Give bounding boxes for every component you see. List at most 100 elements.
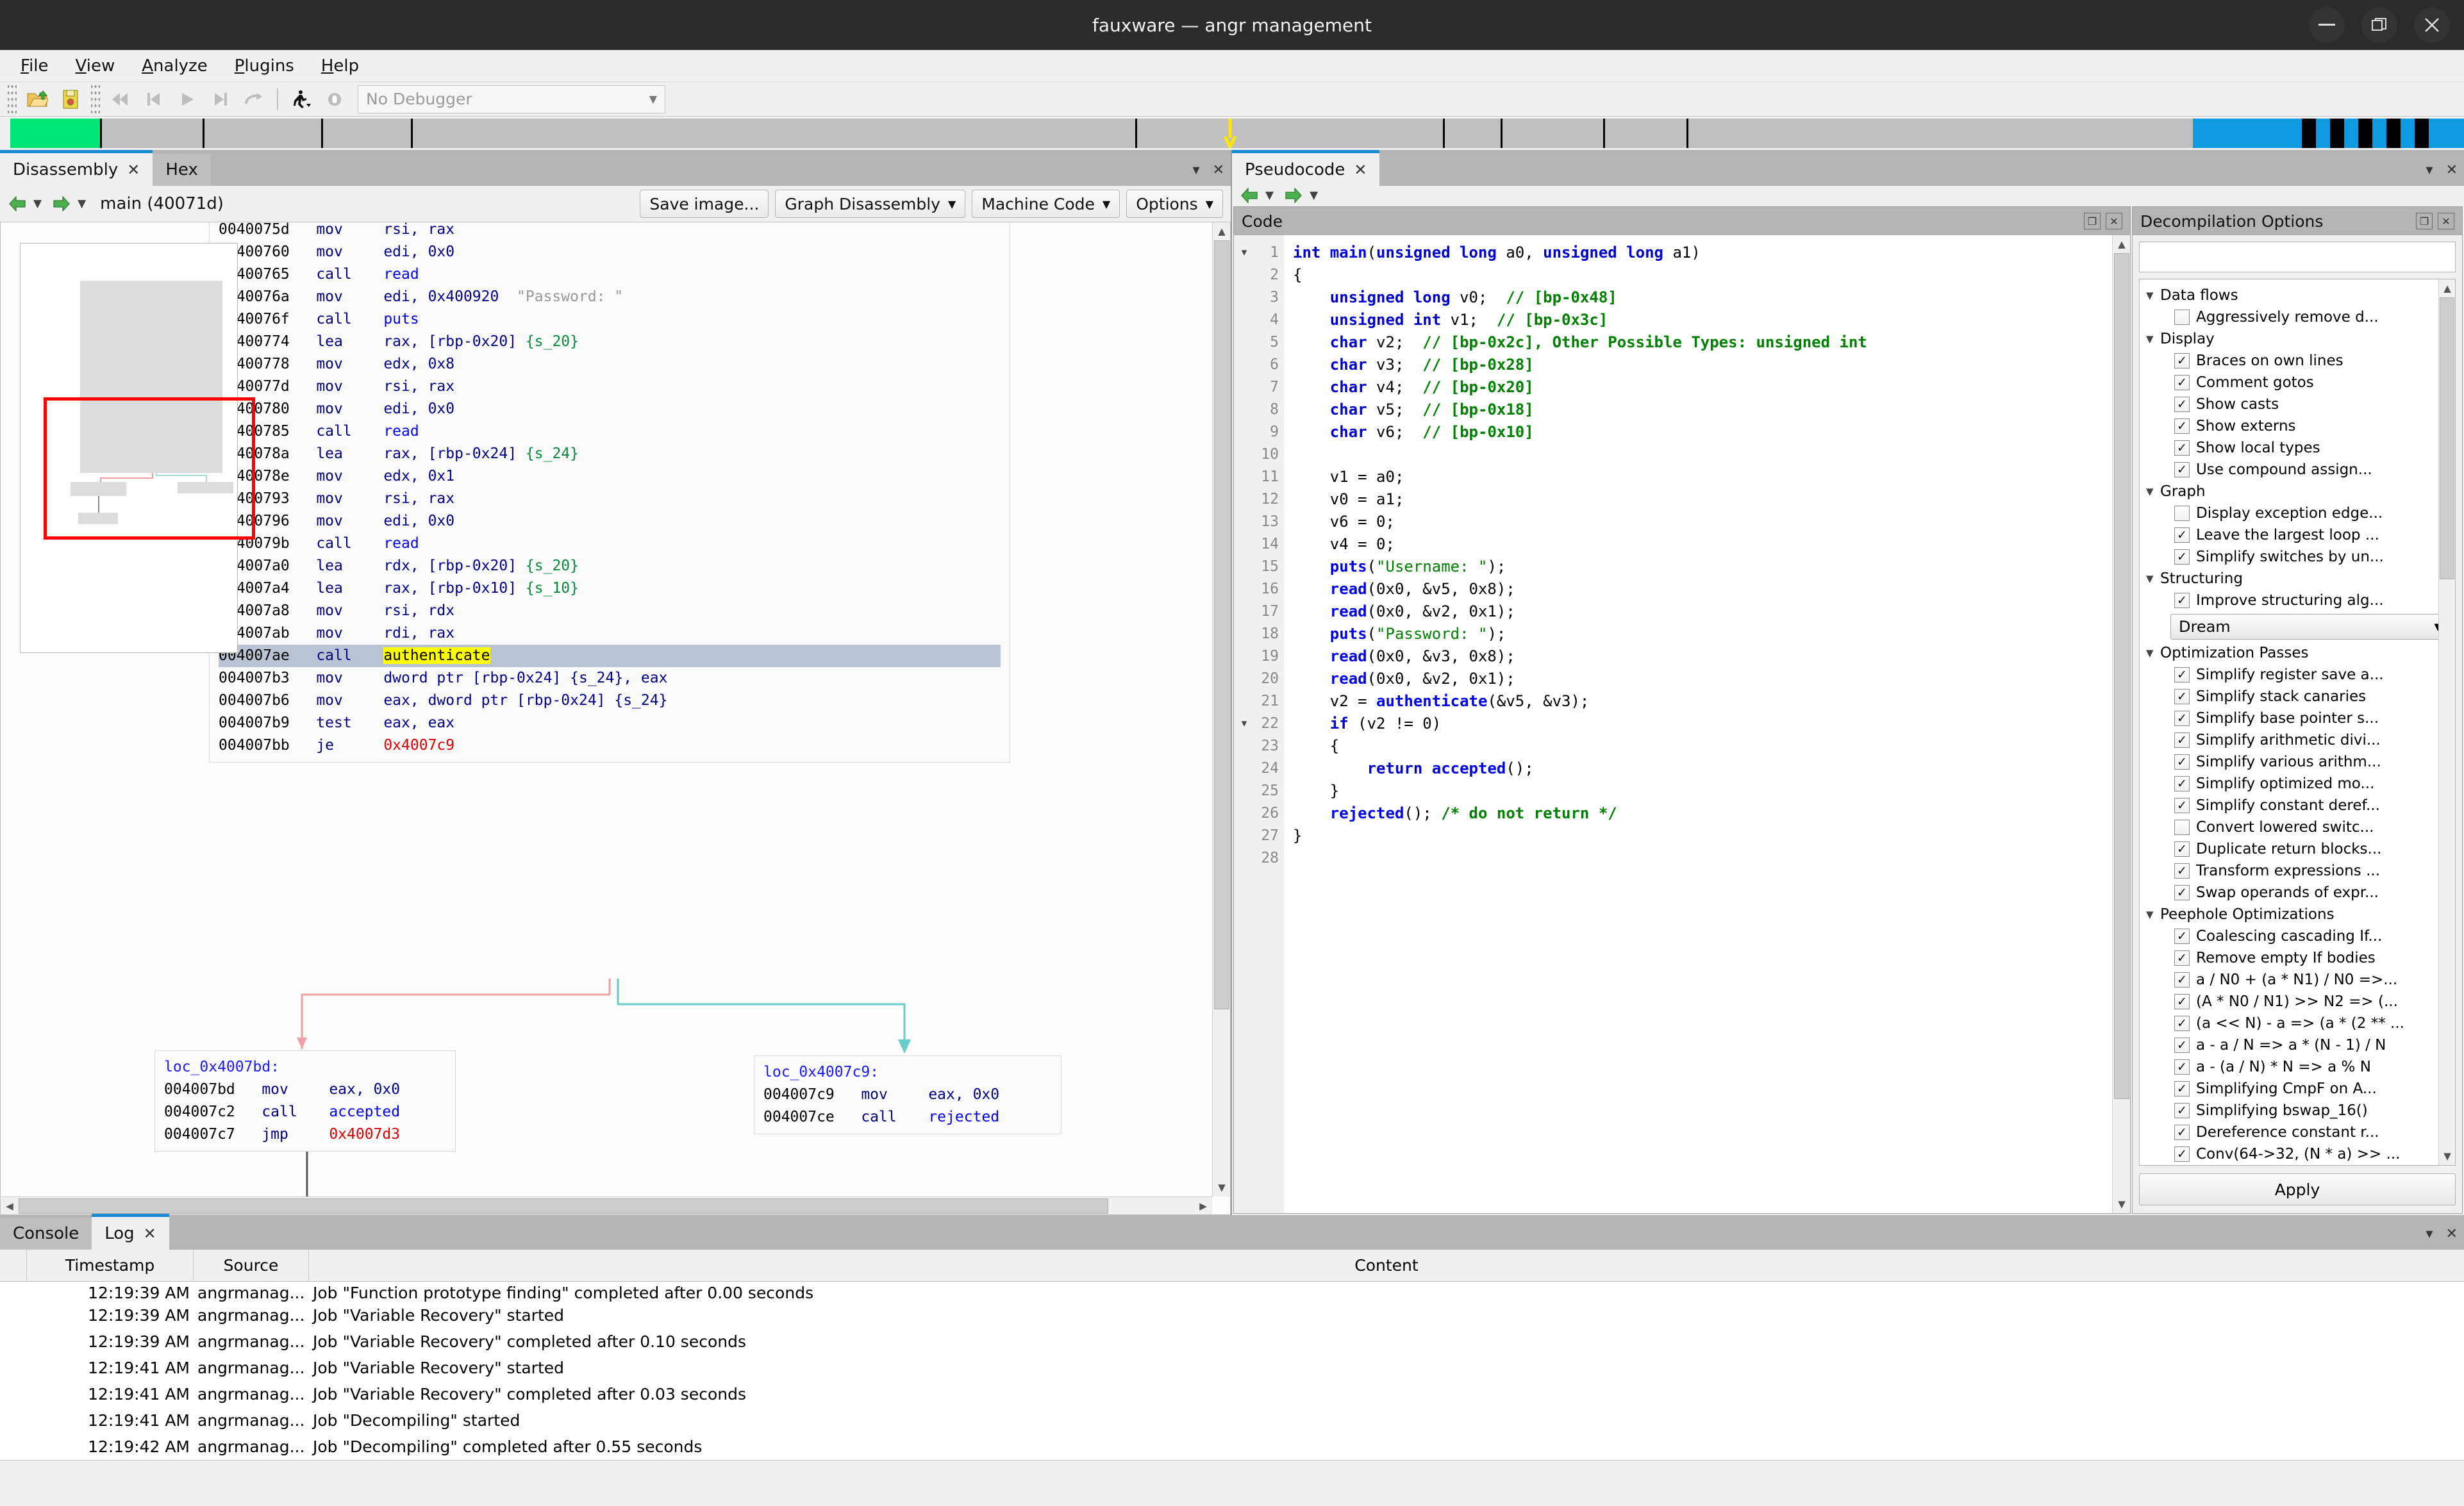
maximize-icon[interactable] [2361, 7, 2397, 43]
disassembly-line[interactable]: 004007ae call authenticate [219, 645, 1001, 667]
options-item[interactable]: Display exception edge... [2142, 502, 2455, 524]
scroll-down-icon[interactable]: ▼ [2113, 1195, 2130, 1213]
step-back-all-icon[interactable] [104, 85, 137, 114]
tab-console[interactable]: Console [0, 1218, 92, 1250]
code-line[interactable]: v6 = 0; [1293, 511, 2130, 533]
options-item[interactable]: ✓ (a << N) - a => (a * (2 ** ... [2142, 1013, 2455, 1034]
options-item[interactable]: ✓ Simplifying bswap_16() [2142, 1100, 2455, 1121]
close-icon[interactable]: ✕ [2106, 213, 2122, 229]
graph-disassembly-button[interactable]: Graph Disassembly ▼ [775, 190, 966, 218]
options-button[interactable]: Options ▼ [1126, 190, 1223, 218]
feature-map-segment[interactable] [1686, 119, 2193, 148]
vertical-scroll-thumb[interactable] [2114, 253, 2129, 1099]
disassembly-line[interactable]: 004007b6 mov eax, dword ptr [rbp-0x24] {s… [219, 690, 1001, 712]
options-vertical-scrollbar[interactable]: ▲ ▼ [2438, 279, 2455, 1165]
options-tree[interactable]: ▼ Data flows Aggressively remove d... ▼ Disp… [2139, 279, 2456, 1166]
disassembly-line[interactable]: 0040079b call read [219, 533, 1001, 555]
checkbox[interactable]: ✓ [2174, 1038, 2190, 1053]
chevron-down-icon[interactable]: ▼ [2146, 909, 2160, 920]
graph-node-loc-4007bd[interactable]: loc_0x4007bd: 004007bd mov eax, 0x0 004007c… [154, 1050, 456, 1152]
checkbox[interactable]: ✓ [2174, 776, 2190, 791]
disassembly-line[interactable]: 004007a4 lea rax, [rbp-0x10] {s_10} [219, 577, 1001, 600]
graph-minimap[interactable] [20, 243, 255, 653]
options-group[interactable]: ▼ Data flows [2142, 285, 2455, 306]
log-row[interactable]: 12:19:39 AM angrmanag... Job "Variable Rec… [0, 1328, 2464, 1355]
disassembly-line[interactable]: 00400785 call read [219, 420, 1001, 443]
options-item[interactable]: ✓ Simplify optimized mo... [2142, 773, 2455, 795]
options-group[interactable]: ▼ Display [2142, 328, 2455, 350]
checkbox[interactable]: ✓ [2174, 375, 2190, 390]
menu-help[interactable]: Help [311, 54, 369, 78]
step-over-icon[interactable] [237, 85, 271, 114]
close-icon[interactable]: ✕ [1354, 161, 1367, 179]
menu-view[interactable]: View [65, 54, 126, 78]
open-file-icon[interactable] [21, 85, 54, 114]
code-line[interactable]: char v6; // [bp-0x10] [1293, 421, 2130, 443]
forward-icon[interactable] [1284, 186, 1303, 204]
code-vertical-scrollbar[interactable]: ▲ ▼ [2112, 235, 2130, 1213]
options-item[interactable]: ✓ Conv(64->32, (N * a) >> ... [2142, 1143, 2455, 1165]
chevron-down-icon[interactable]: ▾ [2426, 1226, 2433, 1242]
tab-disassembly[interactable]: Disassembly ✕ [0, 150, 153, 186]
feature-map-segment[interactable] [10, 119, 100, 148]
code-line[interactable]: char v5; // [bp-0x18] [1293, 399, 2130, 421]
code-line[interactable]: { [1293, 735, 2130, 757]
checkbox[interactable]: ✓ [2174, 1081, 2190, 1096]
options-item[interactable]: ✓ Simplify stack canaries [2142, 686, 2455, 707]
disassembly-line[interactable]: 0040076a mov edi, 0x400920 "Password: " [219, 286, 1001, 308]
checkbox[interactable] [2174, 820, 2190, 835]
options-item[interactable]: ✓ Leave the largest loop ... [2142, 524, 2455, 546]
disassembly-line[interactable]: 004007c9 mov eax, 0x0 [763, 1084, 1052, 1106]
stop-icon[interactable] [318, 85, 351, 114]
options-item[interactable]: ✓ Show externs [2142, 415, 2455, 437]
options-item[interactable]: Aggressively remove d... [2142, 306, 2455, 328]
vertical-scroll-thumb[interactable] [2440, 297, 2454, 579]
toolbar-grip[interactable] [8, 85, 17, 113]
code-line[interactable]: char v2; // [bp-0x2c], Other Possible Ty… [1293, 331, 2130, 354]
chevron-down-icon[interactable]: ▼ [2146, 647, 2160, 659]
disassembly-line[interactable]: 004007bd mov eax, 0x0 [164, 1079, 446, 1101]
minimap-viewport[interactable] [44, 397, 255, 540]
code-line[interactable]: unsigned int v1; // [bp-0x3c] [1293, 309, 2130, 331]
options-group[interactable]: ▼ Optimization Passes [2142, 642, 2455, 664]
run-icon[interactable] [171, 85, 204, 114]
options-item[interactable]: ✓ a - (a / N) * N => a % N [2142, 1056, 2455, 1078]
options-item[interactable]: ✓ a / N0 + (a * N1) / N0 =>... [2142, 969, 2455, 991]
feature-map-segment[interactable] [2386, 119, 2401, 148]
log-col-timestamp[interactable]: Timestamp [27, 1250, 194, 1281]
menu-plugins[interactable]: Plugins [224, 54, 304, 78]
code-line[interactable]: v1 = a0; [1293, 466, 2130, 488]
menu-file[interactable]: FFileile [10, 54, 59, 78]
disassembly-line[interactable]: 0040075d mov rsi, rax [219, 222, 1001, 241]
feature-map-segment[interactable] [2401, 119, 2415, 148]
log-col-source[interactable]: Source [194, 1250, 309, 1281]
feature-map-segment[interactable] [1603, 119, 1686, 148]
checkbox[interactable]: ✓ [2174, 1146, 2190, 1162]
feature-map-segment[interactable] [203, 119, 321, 148]
toolbar-grip-2[interactable] [91, 85, 100, 113]
checkbox[interactable] [2174, 506, 2190, 521]
options-item[interactable]: ✓ a - a / N => a * (N - 1) / N [2142, 1034, 2455, 1056]
scroll-right-icon[interactable]: ▶ [1194, 1197, 1212, 1214]
step-forward-icon[interactable] [204, 85, 237, 114]
tab-log[interactable]: Log ✕ [92, 1214, 169, 1250]
log-row-list[interactable]: 12:19:39 AM angrmanag... Job "Function pro… [0, 1282, 2464, 1460]
feature-map-segment[interactable] [1501, 119, 1603, 148]
options-item[interactable]: ✓ Improve structuring alg... [2142, 590, 2455, 611]
feature-map-segment[interactable] [2330, 119, 2344, 148]
code-fold-toggle[interactable]: ▾ [1234, 242, 1254, 264]
options-item[interactable]: ✓ Simplify various arithm... [2142, 751, 2455, 773]
disassembly-line[interactable]: 00400780 mov edi, 0x0 [219, 398, 1001, 420]
code-line[interactable]: read(0x0, &v2, 0x1); [1293, 668, 2130, 690]
options-group[interactable]: ▼ Structuring [2142, 568, 2455, 590]
code-line[interactable]: } [1293, 780, 2130, 802]
log-col-content[interactable]: Content [309, 1250, 2464, 1281]
chevron-down-icon[interactable]: ▾ [2426, 162, 2433, 178]
checkbox[interactable]: ✓ [2174, 732, 2190, 748]
options-item[interactable]: ✓ Swap operands of expr... [2142, 882, 2455, 904]
disassembly-line[interactable]: 00400774 lea rax, [rbp-0x20] {s_20} [219, 331, 1001, 353]
chevron-down-icon[interactable]: ▼ [2146, 573, 2160, 584]
options-item[interactable]: ✓ Simplify register save a... [2142, 664, 2455, 686]
float-icon[interactable]: ❐ [2084, 213, 2101, 229]
disassembly-line[interactable]: 004007ce call rejected [763, 1106, 1052, 1129]
